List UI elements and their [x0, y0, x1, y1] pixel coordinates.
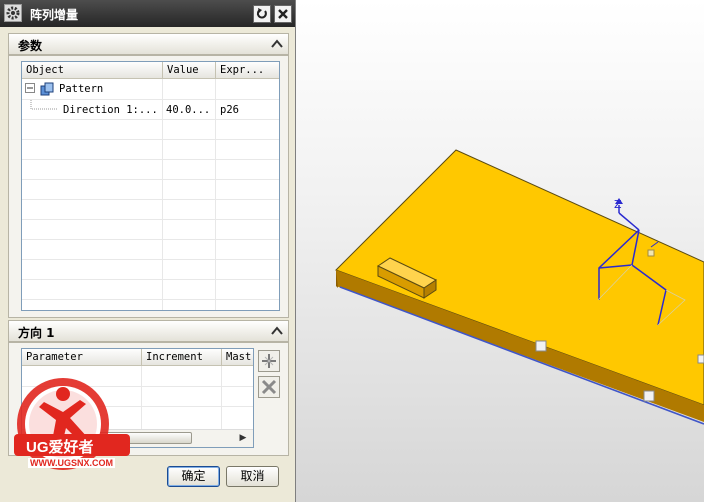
- row-expression[interactable]: p26: [220, 104, 239, 116]
- direction-section-header[interactable]: 方向 1: [8, 320, 289, 342]
- ugsnx-watermark-logo: UG爱好者 WWW.UGSNX.COM: [6, 372, 136, 497]
- pattern-increment-dialog: 阵列增量 参数 Object Value Expr... Pattern Dir…: [0, 0, 296, 502]
- reset-button[interactable]: [253, 5, 271, 23]
- scroll-right-arrow-icon[interactable]: ▶: [237, 432, 249, 444]
- close-button[interactable]: [274, 5, 292, 23]
- params-section-title: 参数: [18, 39, 43, 53]
- table-row[interactable]: Direction 1:... 40.0... p26: [22, 100, 279, 119]
- col-header-object[interactable]: Object: [22, 62, 163, 79]
- watermark-title: UG爱好者: [26, 439, 94, 456]
- params-table[interactable]: Object Value Expr... Pattern Direction 1…: [21, 61, 280, 311]
- chevron-up-icon[interactable]: [268, 35, 286, 53]
- row-value[interactable]: 40.0...: [166, 104, 210, 116]
- cancel-button[interactable]: 取消: [226, 466, 279, 487]
- ok-button[interactable]: 确定: [167, 466, 220, 487]
- col-header-increment[interactable]: Increment: [142, 349, 222, 366]
- dialog-titlebar[interactable]: 阵列增量: [0, 0, 295, 27]
- close-icon: [278, 9, 288, 19]
- add-sparkle-icon: [262, 354, 276, 368]
- gear-icon[interactable]: [4, 4, 22, 22]
- watermark-url: WWW.UGSNX.COM: [28, 458, 115, 468]
- graphics-viewport[interactable]: Z: [296, 0, 704, 502]
- pattern-feature-icon: [40, 82, 54, 96]
- small-cube[interactable]: [535, 340, 547, 352]
- tree-connector: [30, 100, 58, 110]
- small-cube[interactable]: [643, 390, 655, 402]
- delete-x-icon: [261, 379, 277, 395]
- col-header-parameter[interactable]: Parameter: [22, 349, 142, 366]
- col-header-master[interactable]: Mast: [222, 349, 253, 366]
- yellow-plate-part[interactable]: [335, 149, 704, 425]
- small-cube[interactable]: [697, 354, 704, 364]
- chevron-up-icon[interactable]: [268, 322, 286, 340]
- col-header-expression[interactable]: Expr...: [216, 62, 279, 79]
- remove-parameter-button[interactable]: [258, 376, 280, 398]
- small-marker[interactable]: [647, 249, 655, 257]
- direction-section-title: 方向 1: [18, 326, 55, 340]
- add-parameter-button[interactable]: [258, 350, 280, 372]
- table-row[interactable]: Pattern: [22, 80, 279, 99]
- row-object: Direction 1:...: [63, 104, 158, 116]
- reset-icon: [256, 8, 267, 19]
- col-header-value[interactable]: Value: [163, 62, 216, 79]
- collapse-node-icon[interactable]: [25, 83, 36, 94]
- dialog-title: 阵列增量: [30, 8, 79, 22]
- params-section-header[interactable]: 参数: [8, 33, 289, 55]
- row-object: Pattern: [59, 83, 104, 95]
